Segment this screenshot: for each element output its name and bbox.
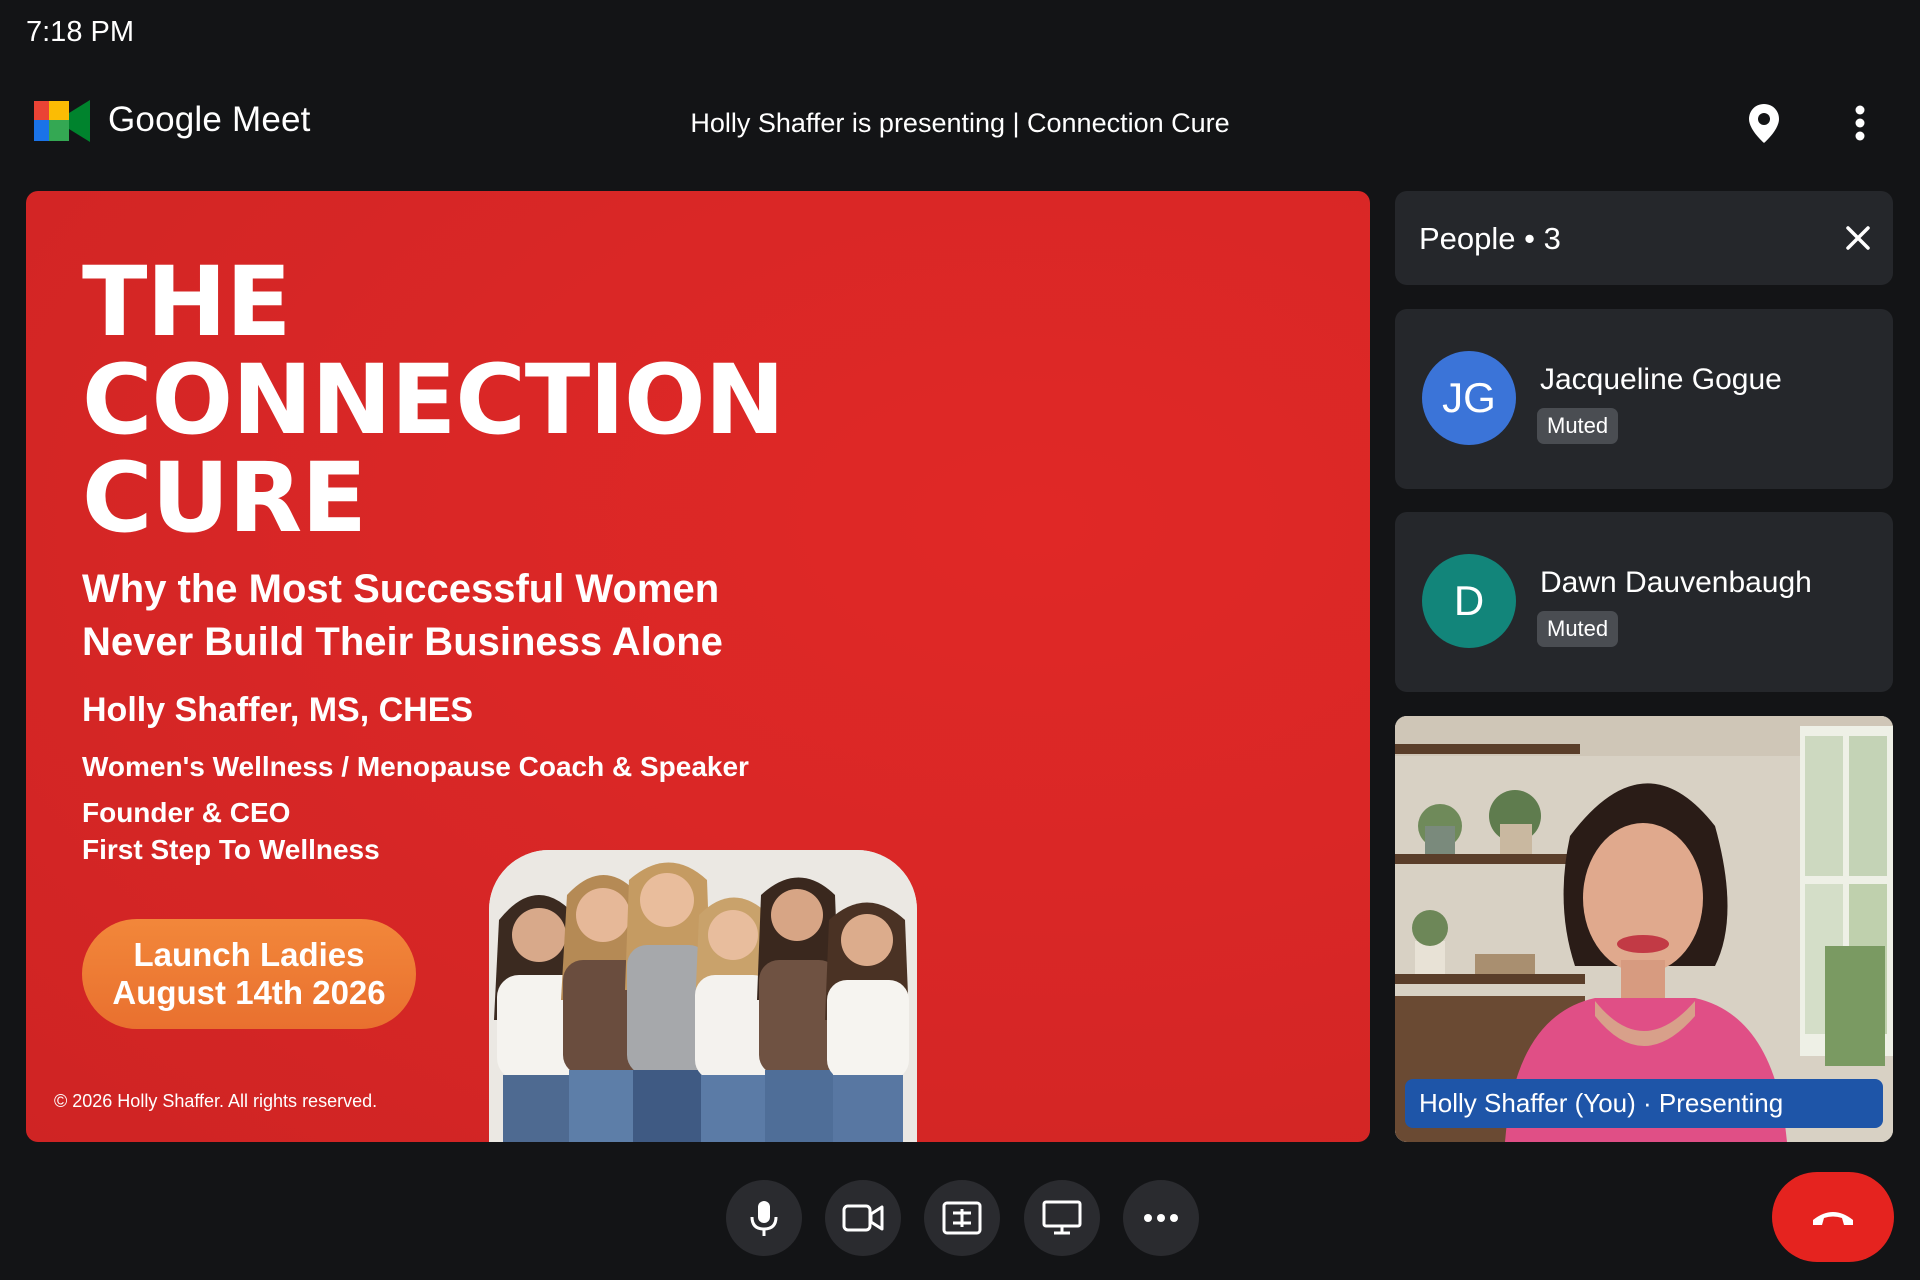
camera-icon — [842, 1204, 884, 1232]
people-title: People • 3 — [1419, 221, 1561, 256]
presenter-name: Holly Shaffer, MS, CHES — [82, 691, 474, 729]
mic-button[interactable] — [726, 1180, 802, 1256]
self-video-tile[interactable]: Holly Shaffer (You) · Presenting — [1395, 716, 1893, 1142]
presentation-slide: THE CONNECTION CURE Why the Most Success… — [26, 191, 1370, 1142]
people-panel-header: People • 3 — [1395, 191, 1893, 285]
muted-badge: Muted — [1537, 611, 1619, 647]
slide-title-line: CURE — [82, 442, 367, 554]
participant-name: Jacqueline Gogue — [1540, 363, 1782, 396]
participant-card[interactable]: D Dawn Dauvenbaugh Muted — [1395, 512, 1893, 692]
microphone-icon — [750, 1201, 778, 1236]
close-icon[interactable] — [1839, 219, 1877, 257]
top-bar: Google Meet Holly Shaffer is presenting … — [0, 90, 1920, 160]
slide-subtitle: Why the Most Successful Women Never Buil… — [82, 563, 723, 669]
avatar: D — [1422, 554, 1516, 648]
captions-button[interactable] — [924, 1180, 1000, 1256]
launch-badge: Launch Ladies August 14th 2026 — [82, 919, 416, 1029]
meeting-title: Holly Shaffer is presenting | Connection… — [690, 108, 1230, 138]
slide-subtitle-line: Why the Most Successful Women — [82, 567, 720, 611]
more-options-icon — [1144, 1214, 1178, 1222]
presenter-company: Founder & CEO First Step To Wellness — [82, 794, 380, 868]
self-label: Holly Shaffer (You) · Presenting — [1405, 1079, 1883, 1128]
avatar: JG — [1422, 351, 1516, 445]
more-vert-icon[interactable] — [1840, 100, 1880, 146]
more-options-button[interactable] — [1123, 1180, 1199, 1256]
captions-icon — [942, 1201, 982, 1235]
launch-line: August 14th 2026 — [112, 974, 386, 1011]
hang-up-icon — [1813, 1212, 1853, 1225]
slide-title: THE CONNECTION CURE — [82, 246, 785, 554]
muted-badge: Muted — [1537, 408, 1619, 444]
company-line: Founder & CEO — [82, 797, 291, 828]
present-screen-button[interactable] — [1024, 1180, 1100, 1256]
launch-line: Launch Ladies — [133, 936, 365, 973]
presenter-role: Women's Wellness / Menopause Coach & Spe… — [82, 751, 749, 782]
company-line: First Step To Wellness — [82, 834, 380, 865]
slide-subtitle-line: Never Build Their Business Alone — [82, 620, 723, 664]
present-screen-icon — [1042, 1200, 1082, 1235]
camera-button[interactable] — [825, 1180, 901, 1256]
group-photo — [489, 850, 917, 1142]
status-time: 7:18 PM — [26, 16, 134, 48]
slide-title-line: THE — [82, 246, 291, 358]
leave-call-button[interactable] — [1772, 1172, 1894, 1262]
participant-card[interactable]: JG Jacqueline Gogue Muted — [1395, 309, 1893, 489]
participant-name: Dawn Dauvenbaugh — [1540, 566, 1812, 599]
location-pin-icon[interactable] — [1742, 100, 1786, 146]
slide-title-line: CONNECTION — [82, 344, 785, 456]
copyright-text: © 2026 Holly Shaffer. All rights reserve… — [54, 1091, 378, 1111]
